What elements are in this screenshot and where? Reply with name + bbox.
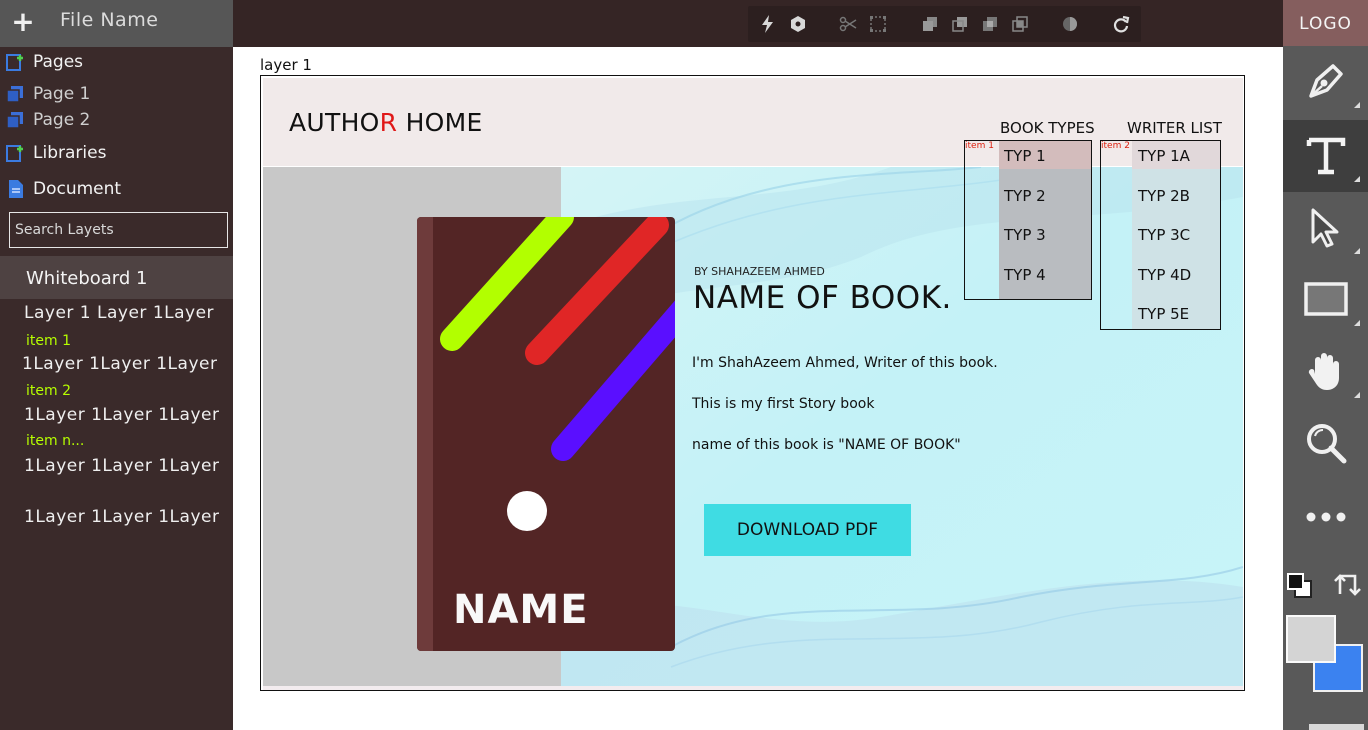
book-types-dropdown: item 1 TYP 1 TYP 2 TYP 3 TYP 4 xyxy=(964,140,1092,300)
tools-panel: LOGO xyxy=(1283,0,1368,730)
sidebar-item-document[interactable]: Document xyxy=(0,176,121,202)
swap-colors-icon[interactable] xyxy=(1333,568,1363,602)
book-title: NAME OF BOOK. xyxy=(693,280,952,316)
pen-tool[interactable] xyxy=(1283,46,1368,118)
panel-bottom-strip xyxy=(1309,724,1364,730)
dropdown-tag: item 2 xyxy=(1101,141,1130,151)
crop-icon[interactable] xyxy=(868,14,888,34)
layer-item[interactable]: item n... xyxy=(26,433,84,449)
zoom-tool-icon xyxy=(1307,424,1347,464)
dropdown-option[interactable]: TYP 1A xyxy=(1138,147,1190,165)
book-description-line: This is my first Story book xyxy=(692,396,875,412)
nav-book-types[interactable]: BOOK TYPES xyxy=(1000,119,1095,137)
layer-item[interactable]: item 2 xyxy=(26,383,71,399)
site-header: AUTHOR HOME BOOK TYPES WRITER LIST xyxy=(263,78,1243,166)
sidebar-item-pages[interactable]: Pages xyxy=(0,49,83,75)
nav-writer-list[interactable]: WRITER LIST xyxy=(1127,119,1222,137)
lightning-icon[interactable] xyxy=(758,14,778,34)
book-cover: NAME xyxy=(417,217,675,651)
send-back-icon[interactable] xyxy=(950,14,970,34)
book-cover-name: NAME xyxy=(453,587,589,633)
layers-sidebar: + File Name Pages Page 1 Page 2 Librarie… xyxy=(0,0,233,730)
layers-search-input[interactable] xyxy=(9,212,228,248)
default-colors-icon[interactable] xyxy=(1286,572,1314,604)
hexagon-icon[interactable] xyxy=(788,14,808,34)
whiteboard-item[interactable]: Whiteboard 1 xyxy=(0,256,233,299)
top-toolbar xyxy=(233,0,1283,47)
page-stack-icon xyxy=(5,83,27,105)
sidebar-item-label: Pages xyxy=(33,52,84,72)
hand-tool[interactable] xyxy=(1283,336,1368,408)
download-pdf-button[interactable]: DOWNLOAD PDF xyxy=(704,504,911,556)
rectangle-tool[interactable] xyxy=(1283,264,1368,336)
select-tool[interactable] xyxy=(1283,192,1368,264)
file-name[interactable]: File Name xyxy=(60,9,158,31)
page-stack-icon xyxy=(5,109,27,131)
intersect-icon[interactable] xyxy=(1010,14,1030,34)
text-tool[interactable] xyxy=(1283,120,1368,192)
sidebar-item-libraries[interactable]: Libraries xyxy=(0,140,106,166)
layer-label: layer 1 xyxy=(260,56,312,74)
select-tool-icon xyxy=(1311,208,1339,248)
file-header: + File Name xyxy=(0,0,233,47)
layer-row[interactable]: 1Layer 1Layer 1Layer xyxy=(24,507,219,527)
dropdown-option[interactable]: TYP 1 xyxy=(1004,147,1046,165)
book-stripes xyxy=(440,217,675,461)
layer-row[interactable]: 1Layer 1Layer 1Layer xyxy=(24,456,219,476)
new-file-icon[interactable]: + xyxy=(11,8,35,36)
dropdown-option[interactable]: TYP 2 xyxy=(1004,187,1046,205)
editor-app: + File Name Pages Page 1 Page 2 Librarie… xyxy=(0,0,1368,730)
document-icon xyxy=(5,178,27,200)
zoom-tool[interactable] xyxy=(1283,408,1368,480)
book-description-line: I'm ShahAzeem Ahmed, Writer of this book… xyxy=(692,355,998,371)
sidebar-item-page-1[interactable]: Page 1 xyxy=(0,81,90,107)
mask-icon[interactable] xyxy=(1060,14,1080,34)
dropdown-option[interactable]: TYP 3 xyxy=(1004,226,1046,244)
book-dot xyxy=(507,491,547,531)
author-byline: BY SHAHAZEEM AHMED xyxy=(694,265,825,278)
book-description-line: name of this book is "NAME OF BOOK" xyxy=(692,437,961,453)
layer-row[interactable]: Layer 1 Layer 1Layer xyxy=(24,303,214,323)
bring-front-icon[interactable] xyxy=(920,14,940,34)
more-icon xyxy=(1306,512,1346,522)
dropdown-option[interactable]: TYP 4D xyxy=(1138,266,1191,284)
redo-icon[interactable] xyxy=(1111,14,1131,34)
sidebar-item-label: Page 1 xyxy=(33,84,91,104)
sidebar-item-label: Page 2 xyxy=(33,110,91,130)
tool-strip xyxy=(748,6,1141,42)
pen-tool-icon xyxy=(1309,64,1343,98)
add-page-icon xyxy=(5,51,27,73)
artboard[interactable]: AUTHOR HOME BOOK TYPES WRITER LIST NAME … xyxy=(260,75,1245,691)
layer-item[interactable]: item 1 xyxy=(26,333,71,349)
dropdown-option[interactable]: TYP 4 xyxy=(1004,266,1046,284)
dropdown-option[interactable]: TYP 5E xyxy=(1138,305,1189,323)
dropdown-option[interactable]: TYP 2B xyxy=(1138,187,1190,205)
brand-prefix: AUTHO xyxy=(289,108,380,137)
more-tools[interactable] xyxy=(1283,482,1368,554)
sidebar-item-label: Document xyxy=(33,179,122,199)
hero-bottom-strip xyxy=(263,686,1243,690)
layer-row[interactable]: 1Layer 1Layer 1Layer xyxy=(22,354,217,374)
brand-suffix: HOME xyxy=(397,108,483,137)
scissors-icon[interactable] xyxy=(838,14,858,34)
text-tool-icon xyxy=(1306,137,1346,175)
hand-tool-icon xyxy=(1308,353,1339,390)
rectangle-tool-icon xyxy=(1304,282,1348,316)
layer-row[interactable]: 1Layer 1Layer 1Layer xyxy=(24,405,219,425)
site-brand[interactable]: AUTHOR HOME xyxy=(289,108,483,137)
sidebar-item-page-2[interactable]: Page 2 xyxy=(0,107,90,133)
fill-color-swatch[interactable] xyxy=(1286,615,1336,663)
brand-accent: R xyxy=(379,108,398,137)
dropdown-tag: item 1 xyxy=(965,141,994,151)
sidebar-item-label: Libraries xyxy=(33,143,107,163)
logo: LOGO xyxy=(1283,0,1368,46)
union-icon[interactable] xyxy=(980,14,1000,34)
dropdown-option[interactable]: TYP 3C xyxy=(1138,226,1190,244)
canvas-area[interactable]: layer 1 AUTHOR HOME BOOK TYPES WRITER LI… xyxy=(233,47,1283,730)
whiteboard-label: Whiteboard 1 xyxy=(26,268,148,289)
writer-list-dropdown: item 2 TYP 1A TYP 2B TYP 3C TYP 4D TYP 5… xyxy=(1100,140,1221,330)
add-library-icon xyxy=(5,142,27,164)
